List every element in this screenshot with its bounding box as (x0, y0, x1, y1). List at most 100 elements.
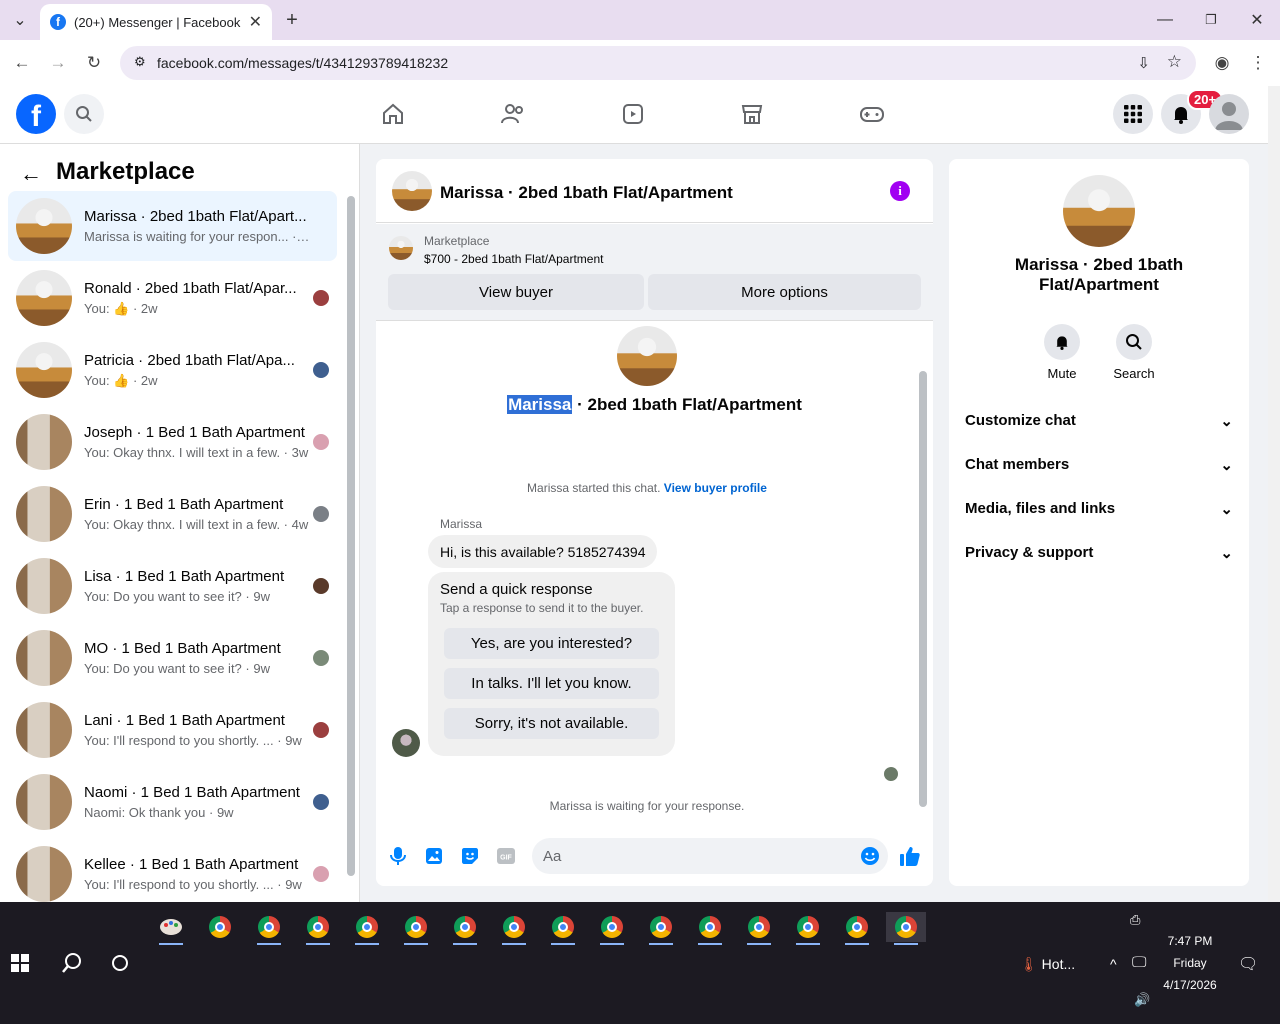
cortana-button[interactable] (100, 948, 140, 978)
quick-response-option[interactable]: Sorry, it's not available. (444, 708, 659, 739)
chrome-app-icon[interactable] (886, 912, 926, 945)
conversation-item[interactable]: Kellee · 1 Bed 1 Bath Apartment You: I'll… (8, 839, 337, 909)
view-buyer-button[interactable]: View buyer (388, 274, 644, 310)
voice-clip-button[interactable] (387, 845, 409, 867)
close-window-button[interactable]: ✕ (1245, 8, 1269, 32)
clock[interactable]: 7:47 PM Friday 4/17/2026 (1150, 934, 1230, 992)
account-avatar[interactable] (1209, 94, 1249, 134)
customize-chat-section[interactable]: Customize chat ⌄ (965, 412, 1233, 430)
conversation-item[interactable]: Patricia · 2bed 1bath Flat/Apa... You: 👍 … (8, 335, 337, 405)
listing-title[interactable]: $700 - 2bed 1bath Flat/Apartment (424, 252, 603, 266)
chrome-app-icon[interactable] (837, 912, 877, 945)
chrome-app-icon[interactable] (690, 912, 730, 945)
restore-button[interactable]: ❐ (1199, 8, 1223, 32)
back-icon[interactable]: ← (10, 51, 34, 75)
conversation-item[interactable]: Lani · 1 Bed 1 Bath Apartment You: I'll r… (8, 695, 337, 765)
profile-icon[interactable]: ◉ (1210, 51, 1234, 75)
back-arrow-icon[interactable]: ← (20, 161, 42, 187)
omnibox[interactable]: facebook.com/messages/t/4341293789418232… (120, 46, 1196, 80)
gaming-nav-tab[interactable] (858, 100, 886, 128)
chrome-app-icon[interactable] (543, 912, 583, 945)
attach-photo-button[interactable] (423, 845, 445, 867)
chrome-app-icon[interactable] (249, 912, 289, 945)
chrome-icon (846, 916, 868, 938)
thermometer-icon: 🌡 (1020, 956, 1038, 972)
message-input[interactable]: Aa (532, 838, 888, 874)
quick-response-card: Send a quick response Tap a response to … (428, 572, 675, 756)
search-conversation-button[interactable]: Search (1104, 324, 1164, 381)
minimize-button[interactable]: — (1153, 8, 1177, 32)
chat-scrollbar[interactable] (919, 371, 927, 807)
quick-response-option[interactable]: Yes, are you interested? (444, 628, 659, 659)
conversation-item[interactable]: Erin · 1 Bed 1 Bath Apartment You: Okay t… (8, 479, 337, 549)
details-avatar[interactable] (1063, 175, 1135, 247)
media-files-links-section[interactable]: Media, files and links ⌄ (965, 500, 1233, 518)
show-hidden-icons-chevron-icon[interactable]: ^ (1110, 956, 1117, 972)
volume-icon[interactable]: 🔊 (1134, 992, 1150, 1008)
buyer-avatar[interactable] (392, 729, 420, 757)
facebook-search-button[interactable] (64, 94, 104, 134)
page-scrollbar[interactable] (1268, 86, 1280, 902)
paint-app-icon[interactable] (151, 912, 191, 945)
conversation-scrollbar[interactable] (347, 196, 355, 876)
site-info-icon[interactable]: ⚙ (134, 54, 146, 70)
chrome-app-icon[interactable] (445, 912, 485, 945)
chrome-app-icon[interactable] (298, 912, 338, 945)
new-tab-button[interactable]: + (280, 8, 304, 32)
info-icon[interactable]: i (890, 181, 910, 201)
menu-grid-button[interactable] (1113, 94, 1153, 134)
home-nav-tab[interactable] (379, 100, 407, 128)
chat-members-section[interactable]: Chat members ⌄ (965, 456, 1233, 474)
chrome-app-icon[interactable] (347, 912, 387, 945)
conversation-item[interactable]: Joseph · 1 Bed 1 Bath Apartment You: Okay… (8, 407, 337, 477)
conversation-item[interactable]: MO · 1 Bed 1 Bath Apartment You: Do you w… (8, 623, 337, 693)
video-nav-tab[interactable] (619, 100, 647, 128)
browser-tab[interactable]: f (20+) Messenger | Facebook ✕ (40, 4, 272, 40)
conversation-item[interactable]: Ronald · 2bed 1bath Flat/Apar... You: 👍 ·… (8, 263, 337, 333)
quick-response-option[interactable]: In talks. I'll let you know. (444, 668, 659, 699)
gif-button[interactable]: GIF (495, 845, 517, 867)
conversation-avatar[interactable] (617, 326, 677, 386)
meet-now-icon[interactable]: ⎙ (1130, 912, 1140, 928)
close-tab-icon[interactable]: ✕ (249, 12, 262, 32)
like-button[interactable] (899, 845, 921, 867)
more-options-button[interactable]: More options (648, 274, 921, 310)
weather-widget[interactable]: 🌡 Hot... (1020, 956, 1075, 973)
start-button[interactable] (0, 948, 40, 978)
privacy-support-section[interactable]: Privacy & support ⌄ (965, 544, 1233, 562)
message-bubble[interactable]: Hi, is this available? 5185274394 (428, 535, 658, 568)
listing-thumbnail[interactable] (389, 236, 413, 260)
conversation-item[interactable]: Lisa · 1 Bed 1 Bath Apartment You: Do you… (8, 551, 337, 621)
chrome-app-icon[interactable] (592, 912, 632, 945)
network-icon[interactable]: 🖵 (1132, 954, 1146, 971)
chrome-app-icon[interactable] (396, 912, 436, 945)
chrome-app-icon[interactable] (641, 912, 681, 945)
section-label: Media, files and links (965, 500, 1116, 517)
chrome-app-icon[interactable] (788, 912, 828, 945)
marketplace-nav-tab[interactable] (738, 100, 766, 128)
search-taskbar-button[interactable] (52, 948, 92, 978)
view-buyer-profile-link[interactable]: View buyer profile (664, 481, 767, 495)
conversation-item[interactable]: Marissa · 2bed 1bath Flat/Apart... Mariss… (8, 191, 337, 261)
chat-avatar[interactable] (392, 171, 432, 211)
chrome-app-icon[interactable] (494, 912, 534, 945)
forward-icon[interactable]: → (46, 51, 70, 75)
notification-center-icon[interactable]: 🗨 (1238, 954, 1258, 974)
conversation-preview: You: Okay thnx. I will text in a few. · … (84, 517, 309, 532)
conversation-text: Marissa · 2bed 1bath Flat/Apart... Mariss… (84, 208, 312, 244)
emoji-button[interactable] (859, 845, 881, 867)
mute-button[interactable]: Mute (1032, 324, 1092, 381)
friends-nav-tab[interactable] (499, 100, 527, 128)
facebook-logo-icon[interactable]: f (16, 94, 56, 134)
bookmark-star-icon[interactable]: ☆ (1167, 52, 1182, 72)
tab-search-icon[interactable]: ⌄ (8, 8, 32, 32)
install-app-icon[interactable]: ⇩ (1137, 54, 1150, 72)
reload-icon[interactable]: ↻ (82, 51, 106, 75)
chat-title[interactable]: Marissa · 2bed 1bath Flat/Apartment (440, 183, 733, 203)
menu-icon[interactable]: ⋮ (1246, 51, 1270, 75)
chrome-app-icon[interactable] (739, 912, 779, 945)
sticker-button[interactable] (459, 845, 481, 867)
chrome-app-icon[interactable] (200, 912, 240, 942)
profile-silhouette-icon (1215, 102, 1243, 130)
conversation-item[interactable]: Naomi · 1 Bed 1 Bath Apartment Naomi: Ok … (8, 767, 337, 837)
